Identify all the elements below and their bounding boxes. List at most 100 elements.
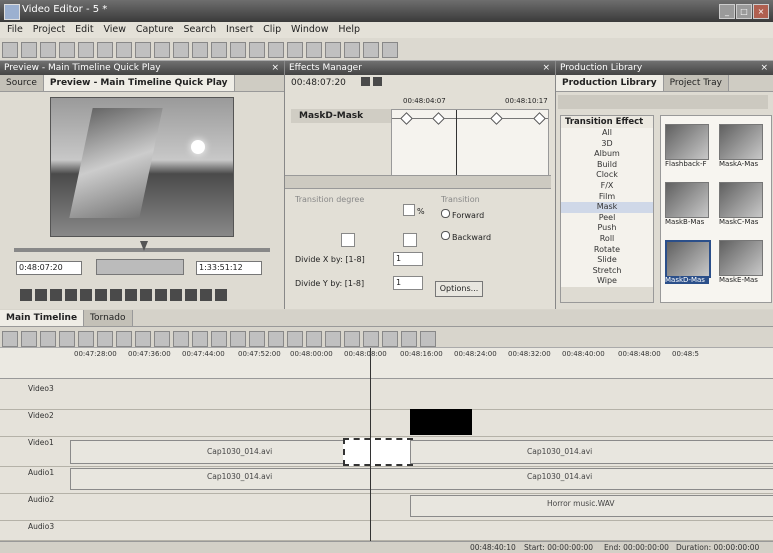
tab-main-timeline[interactable]: Main Timeline [0, 310, 85, 326]
window-icon[interactable] [325, 42, 341, 58]
lock-icon[interactable] [116, 331, 132, 347]
menu-clip[interactable]: Clip [263, 24, 281, 35]
render-icon[interactable] [230, 42, 246, 58]
select-tool-icon[interactable] [2, 331, 18, 347]
timeline-ruler[interactable]: 00:47:28:00 00:47:36:00 00:47:44:00 00:4… [0, 348, 773, 379]
razor-tool-icon[interactable] [21, 331, 37, 347]
transition-thumbnail[interactable] [665, 182, 709, 218]
timecode-left[interactable]: 0:48:07:20 [16, 261, 82, 275]
audio-mix-icon[interactable] [363, 331, 379, 347]
transition-thumbnail[interactable] [665, 124, 709, 160]
search-icon[interactable] [154, 42, 170, 58]
category-item[interactable]: F/X [561, 181, 653, 192]
export-icon[interactable] [185, 289, 197, 301]
backward-radio[interactable]: Backward [441, 231, 491, 242]
transition-thumbnail[interactable] [719, 240, 763, 276]
divide-y-input[interactable]: 1 [393, 276, 423, 290]
maximize-button[interactable]: □ [736, 4, 752, 19]
divide-x-input[interactable]: 1 [393, 252, 423, 266]
jog-shuttle[interactable] [96, 259, 184, 275]
tab-project-tray[interactable]: Project Tray [663, 75, 729, 91]
category-item[interactable]: Roll [561, 234, 653, 245]
audio2-clip[interactable]: Horror music.WAV [410, 495, 773, 517]
category-item[interactable]: Slide [561, 255, 653, 266]
play-icon[interactable] [20, 289, 32, 301]
effects-icon[interactable] [249, 331, 265, 347]
pane-icon[interactable] [344, 42, 360, 58]
audio-icon[interactable] [363, 42, 379, 58]
tab-tornado[interactable]: Tornado [84, 310, 133, 326]
settings-icon[interactable] [211, 42, 227, 58]
category-item[interactable]: Film [561, 192, 653, 203]
keyframe-marker[interactable] [533, 112, 546, 125]
ungroup-icon[interactable] [306, 331, 322, 347]
copy-icon[interactable] [78, 42, 94, 58]
marker-icon[interactable] [135, 331, 151, 347]
minimize-button[interactable]: _ [719, 4, 735, 19]
open-icon[interactable] [21, 42, 37, 58]
snap-icon[interactable] [78, 331, 94, 347]
effects-play-icon[interactable] [361, 77, 370, 86]
save-icon[interactable] [40, 42, 56, 58]
category-item[interactable]: Wipe [561, 276, 653, 287]
record-icon[interactable] [249, 42, 265, 58]
effects-loop-icon[interactable] [373, 77, 382, 86]
timecode-right[interactable]: 1:33:51:12 [196, 261, 262, 275]
menu-search[interactable]: Search [184, 24, 217, 35]
tab-preview[interactable]: Preview - Main Timeline Quick Play [43, 75, 235, 91]
video2-clip[interactable] [410, 409, 472, 435]
undo-icon[interactable] [116, 42, 132, 58]
tab-production-library[interactable]: Production Library [556, 75, 664, 91]
category-item[interactable]: Clock [561, 170, 653, 181]
film-icon[interactable] [344, 331, 360, 347]
text-tool-icon[interactable] [59, 331, 75, 347]
menu-edit[interactable]: Edit [75, 24, 93, 35]
transition-thumbnail[interactable] [719, 124, 763, 160]
grid-icon[interactable] [192, 42, 208, 58]
keyframe-marker[interactable] [490, 112, 503, 125]
fullscreen-icon[interactable] [215, 289, 227, 301]
video1-clip[interactable]: Cap1030_014.avi [70, 440, 345, 464]
layout-icon[interactable] [287, 42, 303, 58]
category-item[interactable]: All [561, 128, 653, 139]
step-forward-icon[interactable] [110, 289, 122, 301]
transition-degree-field[interactable] [403, 204, 415, 216]
split-icon[interactable] [268, 331, 284, 347]
mixer-icon[interactable] [230, 331, 246, 347]
group-icon[interactable] [287, 331, 303, 347]
cut-icon[interactable] [59, 42, 75, 58]
seek-bar[interactable] [14, 248, 270, 252]
options-button[interactable]: Options... [435, 281, 483, 297]
tab-source[interactable]: Source [0, 75, 44, 91]
monitor-icon[interactable] [268, 42, 284, 58]
mark-in-icon[interactable] [155, 289, 167, 301]
close-icon[interactable]: × [542, 61, 550, 75]
redo-icon[interactable] [135, 42, 151, 58]
slip-tool-icon[interactable] [40, 331, 56, 347]
transition-thumbnail-selected[interactable] [665, 240, 711, 278]
prev-frame-icon[interactable] [65, 289, 77, 301]
transition-thumbnail[interactable] [719, 182, 763, 218]
keyframe-marker[interactable] [432, 112, 445, 125]
new-icon[interactable] [2, 42, 18, 58]
keyframe-marker[interactable] [400, 112, 413, 125]
export-icon[interactable] [382, 331, 398, 347]
menu-capture[interactable]: Capture [136, 24, 174, 35]
zoom-icon[interactable] [173, 331, 189, 347]
category-item[interactable]: 3D [561, 139, 653, 150]
category-item[interactable]: Push [561, 223, 653, 234]
menu-window[interactable]: Window [291, 24, 328, 35]
keyframe-track[interactable] [391, 109, 549, 177]
loop-icon[interactable] [140, 289, 152, 301]
forward-radio[interactable]: Forward [441, 209, 484, 220]
timeline-cursor[interactable] [370, 348, 371, 541]
video1-clip[interactable]: Cap1030_014.avi [410, 440, 773, 464]
close-button[interactable]: × [753, 4, 769, 19]
category-item[interactable]: Stretch [561, 266, 653, 277]
play-loop-icon[interactable] [50, 289, 62, 301]
title-icon[interactable] [325, 331, 341, 347]
category-item[interactable]: Mask [561, 202, 653, 213]
next-frame-icon[interactable] [125, 289, 137, 301]
step-back-icon[interactable] [95, 289, 107, 301]
link-icon[interactable] [97, 331, 113, 347]
